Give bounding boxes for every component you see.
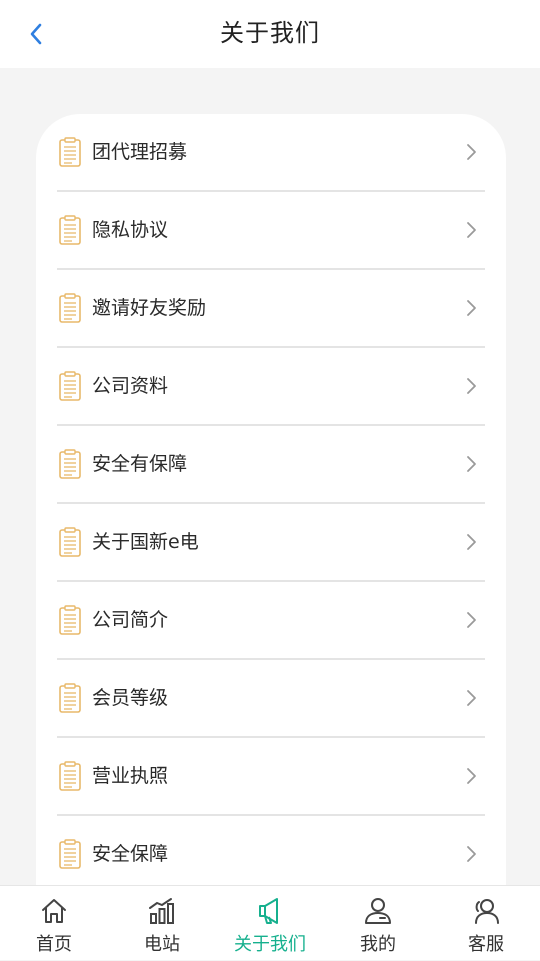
document-icon (59, 215, 81, 245)
tab-about-us-label: 关于我们 (234, 934, 306, 955)
menu-item-label: 营业执照 (92, 765, 169, 787)
user-icon (365, 898, 391, 924)
menu-item[interactable]: 公司简介 (36, 582, 506, 660)
megaphone-icon (259, 898, 278, 924)
menu-item-label: 安全有保障 (92, 453, 188, 475)
chevron-right-icon (467, 378, 476, 394)
document-icon (59, 839, 81, 869)
chevron-right-icon (467, 534, 476, 550)
tab-home[interactable]: 首页 (0, 886, 108, 961)
page-title: 关于我们 (220, 19, 320, 47)
chevron-right-icon (467, 300, 476, 316)
chevron-right-icon (467, 612, 476, 628)
menu-item[interactable]: 安全有保障 (36, 426, 506, 504)
menu-item[interactable]: 会员等级 (36, 660, 506, 738)
header: 关于我们 (0, 0, 540, 68)
tab-service[interactable]: 客服 (432, 886, 540, 961)
menu-card: 团代理招募隐私协议邀请好友奖励 公司资料安全有保障关于国新e电 公司简介会员等级营业… (36, 114, 506, 914)
tab-home-label: 首页 (36, 934, 72, 955)
menu-item[interactable]: 公司资料 (36, 348, 506, 426)
tab-service-label: 客服 (468, 934, 504, 955)
menu-item-label: 关于国新e电 (92, 531, 199, 553)
document-icon (59, 761, 81, 791)
document-icon (59, 449, 81, 479)
bottom-tab-bar: 首页 电站 关于我们 我的 客服 (0, 885, 540, 960)
chevron-right-icon (467, 222, 476, 238)
tab-mine-label: 我的 (360, 934, 396, 955)
document-icon (59, 605, 81, 635)
chevron-right-icon (467, 690, 476, 706)
tab-station[interactable]: 电站 (108, 886, 216, 961)
menu-item[interactable]: 隐私协议 (36, 192, 506, 270)
menu-item[interactable]: 安全保障 (36, 816, 506, 894)
menu-item[interactable]: 邀请好友奖励 (36, 270, 506, 348)
tab-about-us[interactable]: 关于我们 (216, 886, 324, 961)
menu-item-label: 安全保障 (92, 843, 169, 865)
menu-item-label: 隐私协议 (92, 219, 169, 241)
station-chart-icon (149, 898, 174, 924)
chevron-right-icon (467, 846, 476, 862)
menu-item[interactable]: 关于国新e电 (36, 504, 506, 582)
document-icon (59, 527, 81, 557)
document-icon (59, 683, 81, 713)
chevron-right-icon (467, 144, 476, 160)
menu-item-label: 公司资料 (92, 375, 169, 397)
menu-item[interactable]: 团代理招募 (36, 114, 506, 192)
chevron-right-icon (467, 456, 476, 472)
menu-item-label: 邀请好友奖励 (92, 297, 207, 319)
document-icon (59, 137, 81, 167)
home-icon (42, 899, 66, 923)
menu-item-label: 团代理招募 (92, 141, 188, 163)
tab-station-label: 电站 (144, 934, 180, 955)
chevron-right-icon (467, 768, 476, 784)
menu-item-label: 会员等级 (92, 687, 169, 709)
service-icon (475, 899, 499, 924)
menu-item-label: 公司简介 (92, 609, 169, 631)
menu-item[interactable]: 营业执照 (36, 738, 506, 816)
document-icon (59, 371, 81, 401)
tab-mine[interactable]: 我的 (324, 886, 432, 961)
document-icon (59, 293, 81, 323)
